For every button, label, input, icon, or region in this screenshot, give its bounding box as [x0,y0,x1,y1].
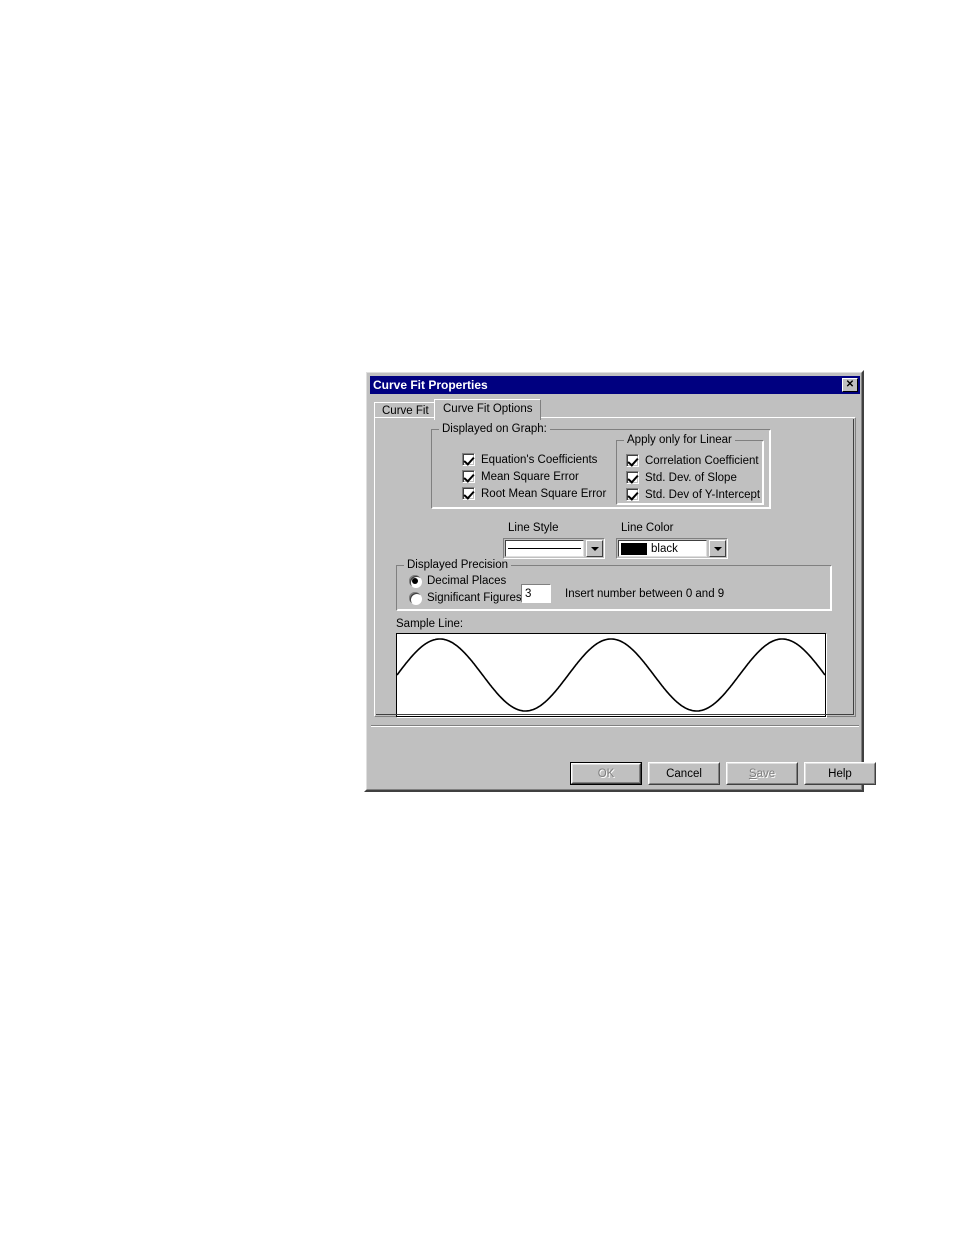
titlebar[interactable]: Curve Fit Properties ✕ [370,376,860,394]
ok-button-label: OK [597,767,615,780]
radio-decimal-places[interactable]: Decimal Places [409,575,506,587]
tab-curve-fit-label: Curve Fit [382,405,429,417]
checkbox-root-mean-square-error[interactable]: Root Mean Square Error [462,487,606,500]
help-button-label: Help [828,767,852,780]
line-color-value-wrap[interactable]: black [618,540,707,557]
ok-button[interactable]: OK [570,762,642,785]
radio-label: Decimal Places [427,575,507,587]
dialog-inner-frame: Curve Fit Properties ✕ Curve Fit Curve F… [366,372,876,790]
apply-only-for-linear-title: Apply only for Linear [624,434,735,446]
sample-line-preview [396,633,826,717]
radio-icon[interactable] [409,592,421,604]
line-style-value[interactable] [505,540,584,557]
radio-label: Significant Figures [427,592,522,604]
cancel-button-label: Cancel [666,767,702,780]
line-style-preview [508,548,581,549]
line-color-label: Line Color [621,522,674,534]
checkbox-icon[interactable] [626,488,639,501]
checkbox-label: Correlation Coefficient [645,454,759,467]
cancel-button[interactable]: Cancel [648,762,720,785]
window-title: Curve Fit Properties [373,378,488,392]
save-rest: ave [756,767,776,780]
save-button-label: Save [749,768,775,780]
chevron-down-icon[interactable] [586,540,603,557]
sample-line-label: Sample Line: [396,618,464,630]
displayed-on-graph-group: Displayed on Graph: Equation's Coefficie… [431,423,771,509]
checkbox-label: Root Mean Square Error [481,487,607,500]
line-color-combo[interactable]: black [616,538,728,559]
checkbox-label: Mean Square Error [481,470,579,483]
checkbox-icon[interactable] [626,471,639,484]
checkbox-label: Std. Dev. of Slope [645,471,737,484]
checkbox-std-dev-of-slope[interactable]: Std. Dev. of Slope [626,471,737,484]
color-swatch [621,542,647,555]
radio-significant-figures[interactable]: Significant Figures [409,592,522,604]
checkbox-correlation-coefficient[interactable]: Correlation Coefficient [626,454,759,467]
checkbox-icon[interactable] [462,470,475,483]
checkbox-label: Equation's Coefficients [481,453,598,466]
checkbox-icon[interactable] [462,453,475,466]
checkbox-label: Std. Dev of Y-Intercept [645,488,761,501]
tab-page-curve-fit-options: Displayed on Graph: Equation's Coefficie… [374,417,856,717]
line-style-label: Line Style [508,522,559,534]
checkbox-icon[interactable] [462,487,475,500]
help-button[interactable]: Help [804,762,876,785]
button-row-separator [371,725,859,727]
chevron-down-icon[interactable] [709,540,726,557]
tab-curve-fit-options-label: Curve Fit Options [443,403,533,415]
close-icon[interactable]: ✕ [842,378,858,392]
radio-icon[interactable] [409,575,421,587]
line-style-combo[interactable] [503,538,605,559]
tabstrip: Curve Fit Curve Fit Options [374,399,856,420]
precision-hint: Insert number between 0 and 9 [565,588,725,600]
sample-line-waveform [397,638,825,712]
apply-only-for-linear-group: Apply only for Linear Correlation Coeffi… [616,434,764,505]
line-color-value: black [651,542,678,555]
checkbox-mean-square-error[interactable]: Mean Square Error [462,470,579,483]
checkbox-icon[interactable] [626,454,639,467]
checkbox-equation-coefficients[interactable]: Equation's Coefficients [462,453,597,466]
checkbox-std-dev-of-y-intercept[interactable]: Std. Dev of Y-Intercept [626,488,760,501]
save-accel: S [748,767,757,780]
save-button[interactable]: Save [726,762,798,785]
displayed-precision-group: Displayed Precision Decimal Places Signi… [396,559,832,611]
displayed-precision-title: Displayed Precision [404,559,511,571]
displayed-on-graph-title: Displayed on Graph: [439,423,550,435]
tab-curve-fit-options[interactable]: Curve Fit Options [434,399,542,420]
curve-fit-properties-dialog: Curve Fit Properties ✕ Curve Fit Curve F… [364,370,876,792]
precision-value-input[interactable]: 3 [521,584,551,603]
